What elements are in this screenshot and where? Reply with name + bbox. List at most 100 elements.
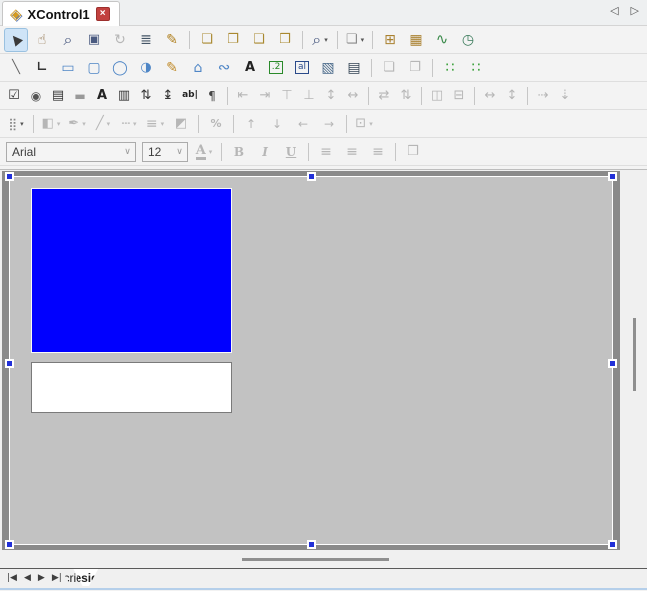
- zoom-region-icon: ▣: [88, 33, 100, 46]
- edit-tool-button[interactable]: ab|: [179, 84, 201, 108]
- edit-toolbar: ▲☝⌕▣↻≣✎❏❐❑❒⌕▾❏▾⊞▦∿◷: [0, 26, 647, 54]
- document-tab-title: XControl1: [28, 7, 90, 22]
- align-top-button: ⊤: [276, 84, 298, 108]
- select-tool-button[interactable]: ▲: [4, 28, 28, 52]
- document-tab-xcontrol1[interactable]: ◈ XControl1 ×: [2, 1, 120, 26]
- line-tool-icon: ╲: [12, 61, 20, 74]
- button-tool-button[interactable]: ▬: [69, 84, 91, 108]
- dialog-wizard-button[interactable]: ⊞: [378, 28, 402, 52]
- tab-order-button[interactable]: ≣: [134, 28, 158, 52]
- pencil-tool-button[interactable]: ✎: [160, 56, 184, 80]
- prev-page-button[interactable]: ◀: [24, 572, 31, 584]
- edit-mask-tool-button[interactable]: al: [290, 56, 314, 80]
- toolbar-separator: [337, 31, 338, 49]
- font-color-icon: A: [196, 144, 206, 160]
- align-to-grid-button[interactable]: ∷: [464, 56, 488, 80]
- shift-right-button: →: [317, 112, 341, 136]
- same-width-button: ↔: [479, 84, 501, 108]
- ellipse-tool-button[interactable]: ◯: [108, 56, 132, 80]
- line-tool-button[interactable]: ╲: [4, 56, 28, 80]
- dropdown-arrow-icon: ▾: [361, 36, 365, 44]
- send-backward-button[interactable]: ❒: [273, 28, 297, 52]
- zoom-menu-button[interactable]: ⌕▾: [308, 28, 332, 52]
- align-text-right-icon: ≡: [372, 145, 384, 159]
- spinedit-tool-button[interactable]: ⇅: [135, 84, 157, 108]
- resize-handle-bottom-right[interactable]: [608, 540, 617, 549]
- db-grid-button[interactable]: ▦: [404, 28, 428, 52]
- listbox-tool-button[interactable]: ▥: [113, 84, 135, 108]
- label-tool-button[interactable]: A: [91, 84, 113, 108]
- dropdown-arrow-icon: ▾: [20, 120, 24, 128]
- image-tool-icon: ▧: [321, 61, 334, 75]
- edit-points-icon: ✎: [166, 33, 178, 47]
- bring-forward-button[interactable]: ❑: [247, 28, 271, 52]
- toolbar-separator: [227, 87, 228, 105]
- numeric-field-tool-button[interactable]: .2: [264, 56, 288, 80]
- toolbar-separator: [233, 115, 234, 133]
- arrange-menu-icon: ❏: [346, 33, 358, 46]
- edit-points-button[interactable]: ✎: [160, 28, 184, 52]
- resize-handle-middle-left[interactable]: [5, 359, 14, 368]
- resize-handle-bottom-center[interactable]: [307, 540, 316, 549]
- curve-tool-button[interactable]: ∾: [212, 56, 236, 80]
- last-page-button[interactable]: ▶|: [52, 572, 62, 584]
- scale-button: %: [204, 112, 228, 136]
- rotate-tool-icon: ↻: [114, 33, 126, 47]
- ruler-tool-button[interactable]: ▤: [342, 56, 366, 80]
- zoom-region-button[interactable]: ▣: [82, 28, 106, 52]
- combobox-tool-button[interactable]: ▤: [47, 84, 69, 108]
- horizontal-scroll-thumb[interactable]: [242, 558, 389, 561]
- close-tab-button[interactable]: ×: [96, 7, 110, 21]
- resize-handle-top-center[interactable]: [307, 172, 316, 181]
- first-page-button[interactable]: |◀: [7, 572, 17, 584]
- font-size-combo[interactable]: 12∨: [142, 142, 188, 162]
- fill-color-icon: ◧: [42, 117, 54, 130]
- scroll-tabs-left-button[interactable]: ◁: [610, 5, 618, 16]
- background-icon: ⊡: [355, 117, 366, 130]
- ungroup-button: ❐: [403, 56, 427, 80]
- polygon-tool-button[interactable]: ⌂: [186, 56, 210, 80]
- polyline-tool-button[interactable]: ∟: [30, 56, 54, 80]
- font-family-combo[interactable]: Arial∨: [6, 142, 136, 162]
- combobox-tool-icon: ▤: [52, 89, 64, 102]
- rectangle-tool-button[interactable]: ▭: [56, 56, 80, 80]
- dropdown-arrow-icon: ▾: [133, 120, 137, 128]
- checkbox-tool-button[interactable]: ☑: [3, 84, 25, 108]
- center-vertically-button: ↕: [320, 84, 342, 108]
- center-in-window-vertical-button: ⊟: [448, 84, 470, 108]
- rounded-rectangle-tool-button[interactable]: ▢: [82, 56, 106, 80]
- db-grid-icon: ▦: [409, 33, 422, 47]
- design-canvas[interactable]: [9, 176, 613, 545]
- snap-to-grid-button[interactable]: ∷: [438, 56, 462, 80]
- resize-handle-bottom-left[interactable]: [5, 540, 14, 549]
- resize-handle-top-left[interactable]: [5, 172, 14, 181]
- brush-style-button: ✒▾: [65, 112, 89, 136]
- grid-options-button[interactable]: ⣿▾: [4, 112, 28, 136]
- space-equally-vertical-icon: ⇅: [401, 89, 412, 102]
- dropdown-arrow-icon: ▾: [209, 148, 213, 156]
- document-tabbar: ◈ XControl1 × ◁ ▷: [0, 0, 647, 26]
- text-tool-button[interactable]: A: [238, 56, 262, 80]
- blue-shape[interactable]: [31, 188, 232, 353]
- next-page-button[interactable]: ▶: [38, 572, 45, 584]
- scroll-tabs-right-button[interactable]: ▷: [631, 5, 639, 16]
- resize-handle-middle-right[interactable]: [608, 359, 617, 368]
- vertical-scroll-thumb[interactable]: [633, 318, 636, 391]
- bring-to-front-button[interactable]: ❏: [195, 28, 219, 52]
- fill-color-button: ◧▾: [39, 112, 63, 136]
- image-tool-button[interactable]: ▧: [316, 56, 340, 80]
- updown-tool-button[interactable]: ↨: [157, 84, 179, 108]
- center-vertically-icon: ↕: [326, 89, 337, 102]
- hand-pan-tool-button[interactable]: ☝: [30, 28, 54, 52]
- resize-handle-top-right[interactable]: [608, 172, 617, 181]
- edit-mask-tool-icon: al: [295, 61, 309, 74]
- pie-tool-button[interactable]: ◑: [134, 56, 158, 80]
- radio-tool-button[interactable]: ◉: [25, 84, 47, 108]
- zoom-tool-button[interactable]: ⌕: [56, 28, 80, 52]
- arrange-menu-button[interactable]: ❏▾: [343, 28, 367, 52]
- white-box[interactable]: [31, 362, 232, 413]
- clock-button[interactable]: ◷: [456, 28, 480, 52]
- chart-button[interactable]: ∿: [430, 28, 454, 52]
- send-to-back-button[interactable]: ❐: [221, 28, 245, 52]
- memo-tool-button[interactable]: ¶: [201, 84, 223, 108]
